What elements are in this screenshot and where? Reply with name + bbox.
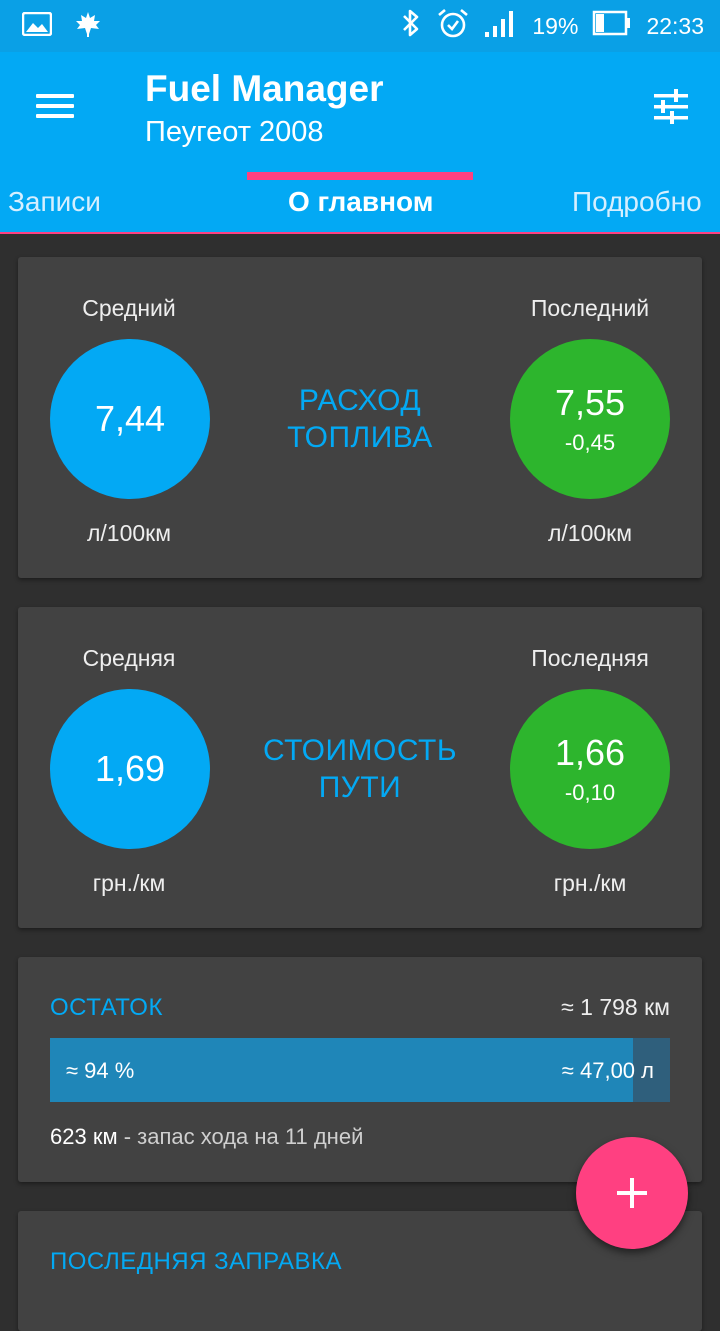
app-title: Fuel Manager [145,68,384,109]
trip-cost-title: СТОИМОСТЬ ПУТИ [240,732,480,806]
remaining-range: ≈ 1 798 км [561,994,670,1020]
battery-percent: 19% [532,12,579,39]
last-consumption-value: 7,55 [554,382,626,423]
avg-cost-unit: грн./км [92,870,166,896]
last-consumption-unit: л/100км [547,520,633,546]
menu-icon[interactable] [36,90,76,122]
tab-bar: Записи О главном Подробно [0,180,720,234]
reserve-info: 623 км - запас хода на 11 дней [50,1124,363,1150]
last-cost-circle: 1,66 -0,10 [510,689,670,849]
reserve-km: 623 км [50,1124,118,1149]
bluetooth-icon [400,8,422,44]
last-cost-delta: -0,10 [564,780,616,805]
remainder-title: ОСТАТОК [50,994,163,1021]
fuel-level-percent: ≈ 94 % [66,1058,135,1083]
fuel-volume: ≈ 47,00 л [561,1058,654,1083]
clock: 22:33 [646,12,704,39]
avg-cost-label: Средняя [82,645,176,671]
last-cost-value: 1,66 [554,732,626,773]
leaf-icon [74,10,102,43]
tune-icon[interactable] [650,86,692,128]
avg-cost-circle: 1,69 [50,689,210,849]
cost-title-line1: СТОИМОСТЬ [262,734,458,767]
fuel-title-line1: РАСХОД [298,384,422,417]
avg-consumption-value: 7,44 [94,398,166,439]
cost-title-line2: ПУТИ [318,771,402,804]
avg-consumption-unit: л/100км [86,520,172,546]
divider [0,232,720,234]
avg-consumption-circle: 7,44 [50,339,210,499]
status-bar: 19% 22:33 [0,0,720,52]
trip-cost-card: Средняя 1,69 грн./км СТОИМОСТЬ ПУТИ Посл… [18,607,702,928]
tab-overview[interactable]: О главном [288,186,433,218]
tab-indicator [247,172,473,180]
signal-icon [484,8,518,44]
last-refuel-title: ПОСЛЕДНЯЯ ЗАПРАВКА [50,1248,343,1275]
reserve-text: - запас хода на 11 дней [117,1124,364,1149]
vehicle-name: Пеугеот 2008 [145,116,324,148]
add-entry-button[interactable] [576,1137,688,1249]
plus-icon [617,1178,647,1208]
fuel-consumption-title: РАСХОД ТОПЛИВА [240,382,480,456]
tab-records[interactable]: Записи [8,186,101,218]
last-cost-label: Последняя [531,645,649,671]
avg-cost-value: 1,69 [94,748,166,789]
app-bar: Fuel Manager Пеугеот 2008 Записи О главн… [0,52,720,234]
last-cost-unit: грн./км [553,870,627,896]
last-consumption-circle: 7,55 -0,45 [510,339,670,499]
fuel-title-line2: ТОПЛИВА [287,421,433,454]
alarm-icon [436,7,470,45]
gallery-icon [21,11,53,41]
fuel-level-bar: ≈ 94 % ≈ 47,00 л [50,1038,670,1102]
last-consumption-delta: -0,45 [564,430,616,455]
fuel-level-fill [50,1038,633,1102]
battery-icon [592,10,632,42]
tab-details[interactable]: Подробно [572,186,702,218]
last-consumption-label: Последний [530,295,650,321]
fuel-consumption-card: Средний 7,44 л/100км РАСХОД ТОПЛИВА Посл… [18,257,702,578]
avg-consumption-label: Средний [82,295,176,321]
